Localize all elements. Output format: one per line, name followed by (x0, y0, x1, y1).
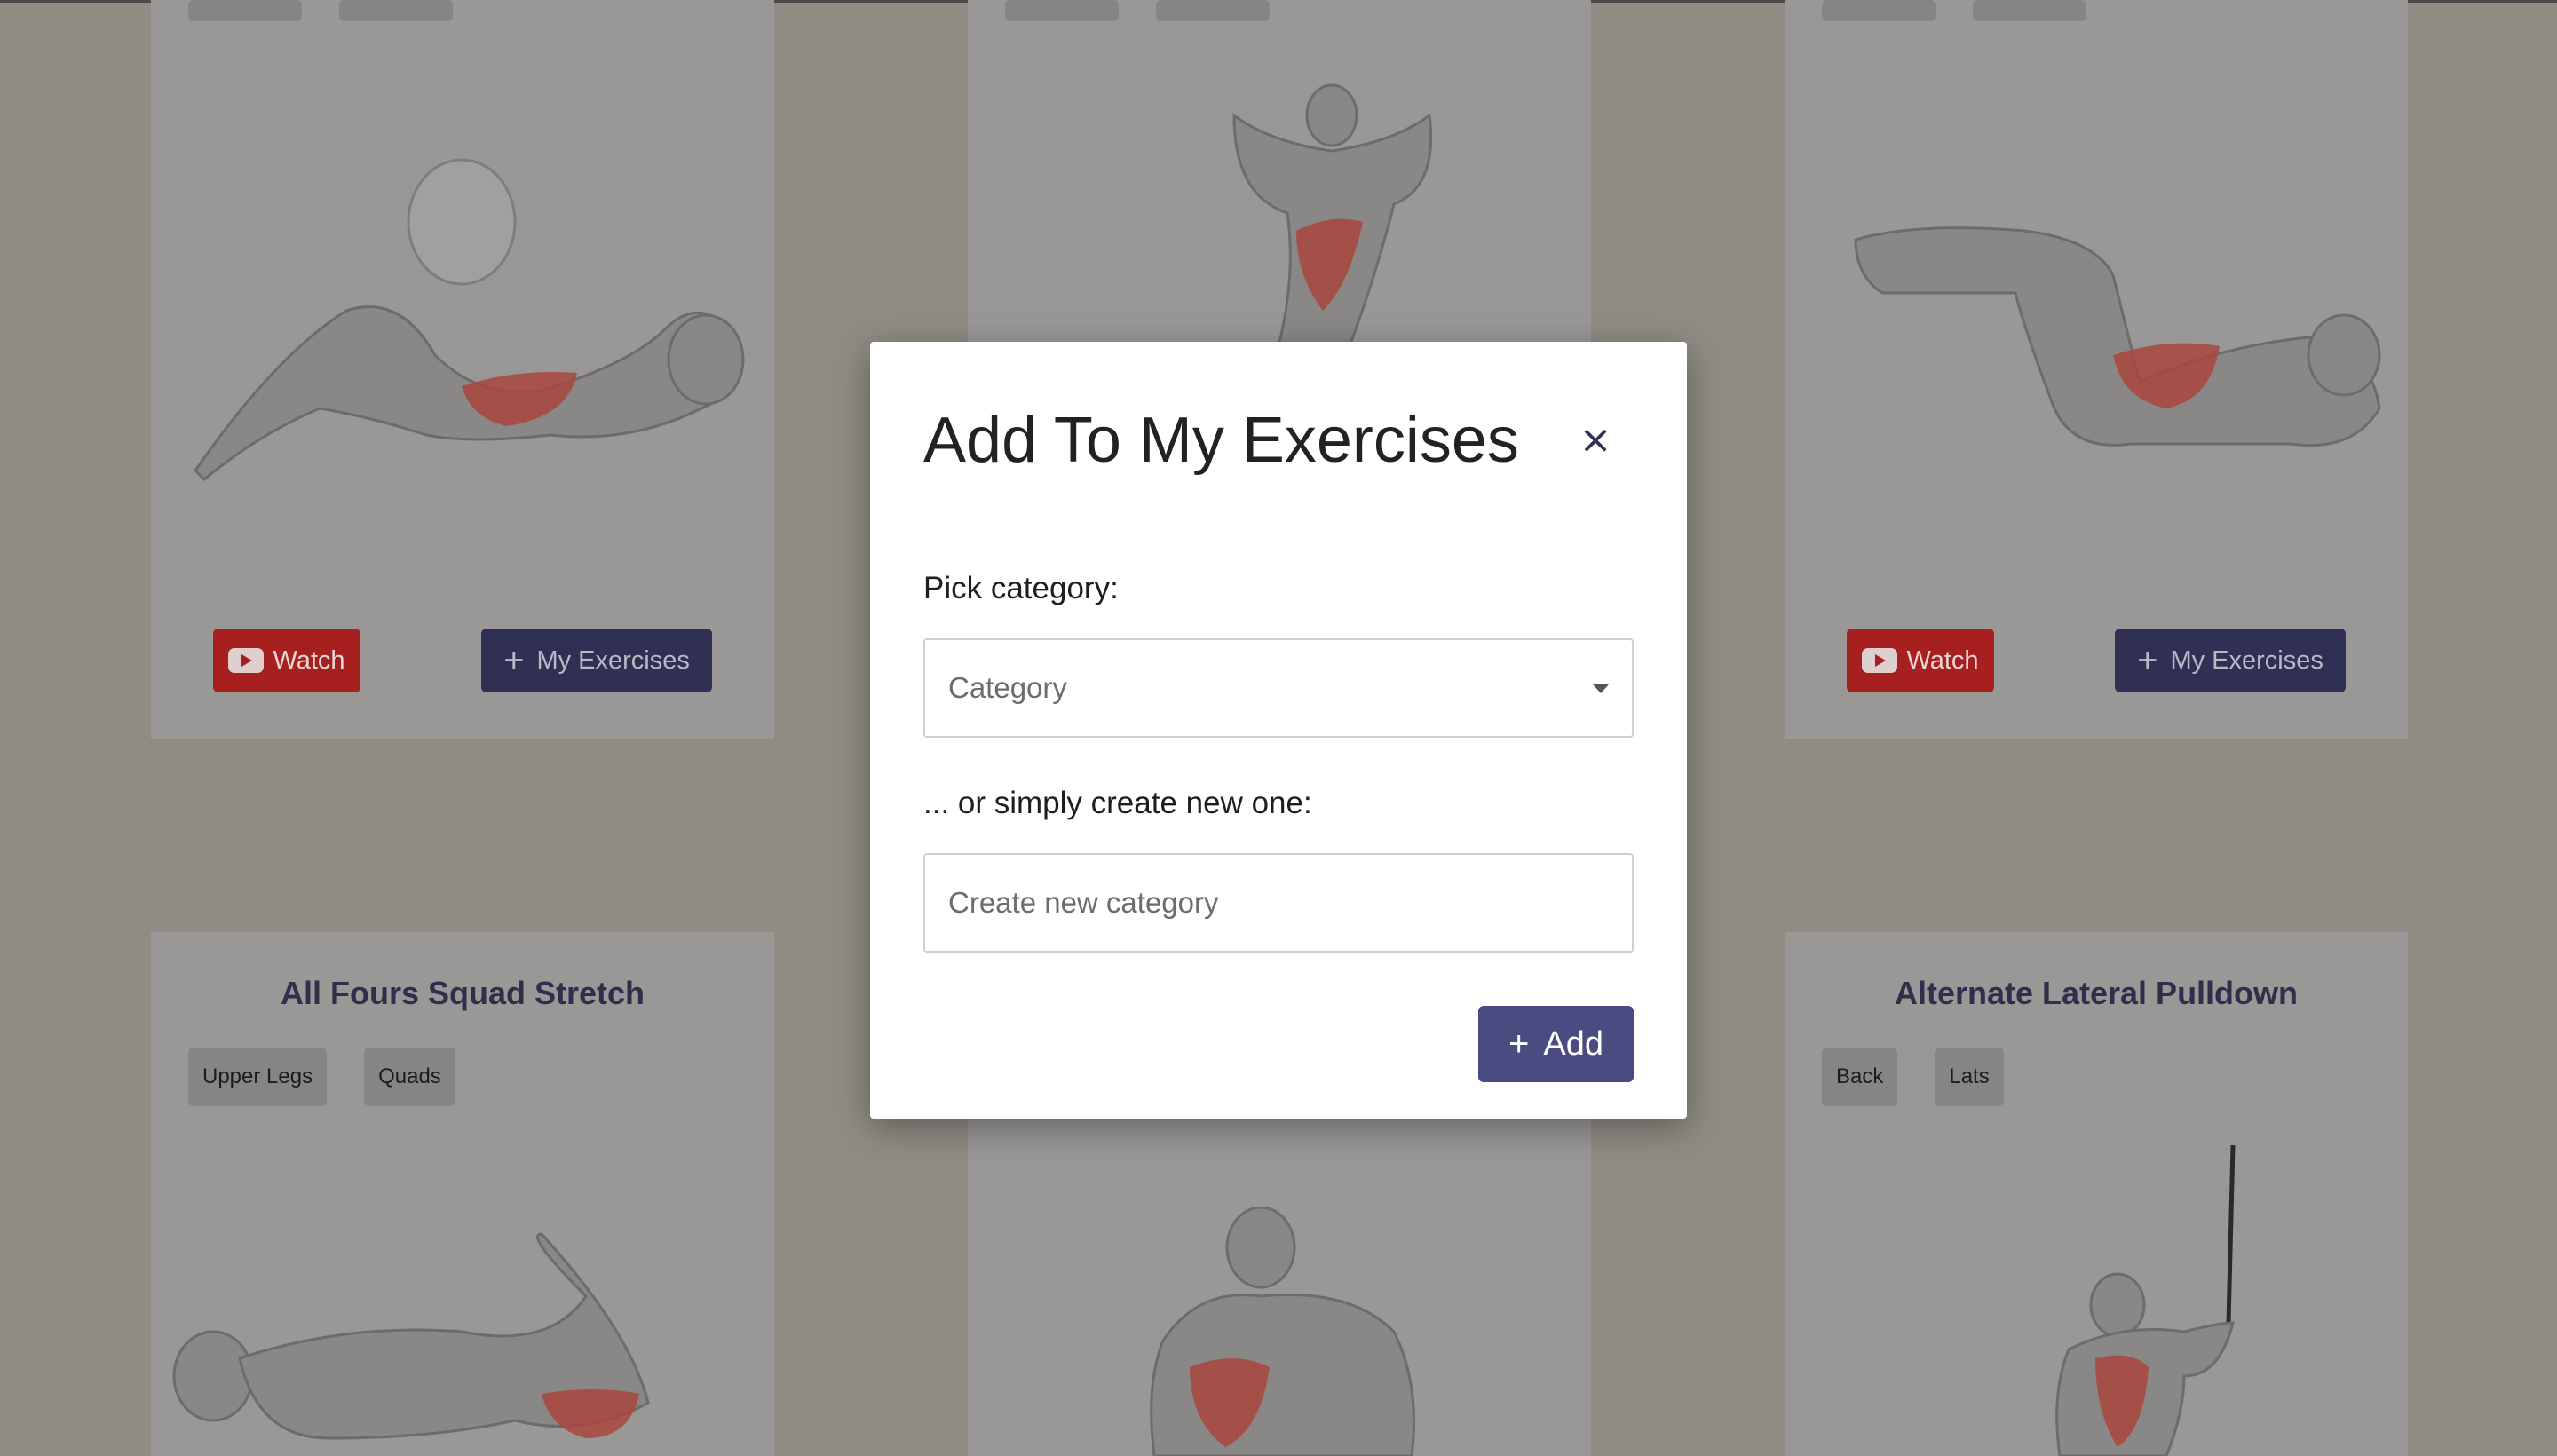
tag-list (1005, 0, 1270, 21)
modal-title: Add To My Exercises (923, 405, 1519, 476)
exercise-card: Watch + My Exercises (1785, 0, 2408, 739)
card-actions: Watch + My Exercises (151, 629, 774, 692)
card-actions: Watch + My Exercises (1785, 629, 2408, 692)
exercise-illustration (194, 158, 745, 482)
tag: Upper Legs (188, 1048, 328, 1106)
card-title: All Fours Squad Stretch (280, 975, 645, 1011)
watch-label: Watch (273, 645, 345, 675)
exercise-illustration (1854, 226, 2381, 447)
tag-list (188, 0, 453, 21)
my-exercises-button[interactable]: + My Exercises (481, 629, 712, 692)
plus-icon: + (2137, 641, 2158, 680)
tag-list: Back Lats (1822, 1048, 2004, 1106)
tag-list: Upper Legs Quads (188, 1048, 455, 1106)
plus-icon: + (1508, 1025, 1530, 1064)
watch-button[interactable]: Watch (1847, 629, 1994, 692)
tag: Back (1822, 1048, 1898, 1106)
my-exercises-label: My Exercises (536, 645, 690, 675)
exercise-card: Watch + My Exercises (151, 0, 774, 739)
category-select-value: Category (948, 671, 1067, 704)
tag (1822, 0, 1936, 21)
tag-list (1822, 0, 2086, 21)
create-category-label: ... or simply create new one: (923, 786, 1312, 820)
tag (339, 0, 453, 21)
watch-button[interactable]: Watch (213, 629, 360, 692)
pick-category-label: Pick category: (923, 571, 1119, 605)
chevron-down-icon (1593, 684, 1609, 693)
youtube-icon (228, 648, 265, 673)
category-select[interactable]: Category (923, 638, 1634, 738)
tag (1156, 0, 1270, 21)
close-icon[interactable]: × (1576, 417, 1615, 463)
exercise-illustration (1232, 83, 1433, 346)
youtube-icon (1862, 648, 1898, 673)
exercise-card: All Fours Squad Stretch Upper Legs Quads (151, 932, 774, 1456)
add-to-my-exercises-modal: Add To My Exercises × Pick category: Cat… (870, 342, 1687, 1119)
tag (1973, 0, 2086, 21)
watch-label: Watch (1906, 645, 1979, 675)
create-category-input[interactable] (923, 853, 1634, 953)
tag (188, 0, 302, 21)
card-title: Alternate Lateral Pulldown (1894, 975, 2299, 1011)
exercise-illustration (172, 1232, 650, 1440)
my-exercises-label: My Exercises (2170, 645, 2323, 675)
add-button-label: Add (1543, 1025, 1603, 1063)
tag: Lats (1935, 1048, 2004, 1106)
tag: Quads (364, 1048, 455, 1106)
tag (1005, 0, 1119, 21)
plus-icon: + (503, 641, 525, 680)
exercise-illustration (2055, 1145, 2236, 1456)
my-exercises-button[interactable]: + My Exercises (2115, 629, 2346, 692)
exercise-illustration (1150, 1207, 1415, 1456)
add-button[interactable]: + Add (1478, 1006, 1634, 1082)
exercise-card: Alternate Lateral Pulldown Back Lats (1785, 932, 2408, 1456)
